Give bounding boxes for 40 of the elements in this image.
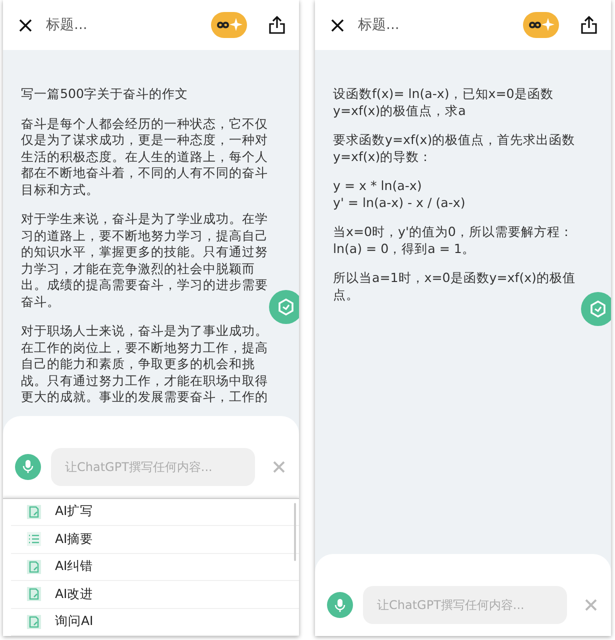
paragraph: 对于职场人士来说，奋斗是为了事业成功。在工作的岗位上，要不断地努力工作，提高自己的能力和素质，争取更多的机会和挑战。只有通过努力工作，才能在职场中取得更大的成就。事业的发展需要奋斗，工作的 bbox=[21, 323, 269, 406]
title-field[interactable]: 标题... bbox=[358, 16, 509, 34]
menu-item[interactable]: 询问AI bbox=[11, 608, 299, 636]
close-icon bbox=[331, 18, 344, 32]
menu-item[interactable]: AI扩写 bbox=[11, 498, 299, 526]
close-button[interactable] bbox=[19, 18, 32, 32]
hexagon-icon bbox=[589, 300, 607, 318]
share-button[interactable] bbox=[269, 16, 285, 34]
menu-item[interactable]: AI摘要 bbox=[11, 526, 299, 554]
paragraph: 当x=0时，y'的值为0，所以需要解方程：ln(a) = 0，得到a = 1。 bbox=[333, 224, 574, 257]
close-icon bbox=[585, 599, 597, 611]
microphone-icon bbox=[334, 598, 346, 612]
share-icon bbox=[581, 16, 597, 34]
paragraph: 奋斗是每个人都会经历的一种状态，它不仅仅是为了谋求成功，更是一种态度，一种对生活的积极态度。在人生的道路上，每个人都在不断地奋斗着，不同的人有不同的奋斗目标和方式。 bbox=[21, 116, 269, 198]
close-icon bbox=[273, 460, 285, 472]
microphone-icon bbox=[22, 459, 34, 474]
prompt-input[interactable]: 让ChatGPT撰写任何内容... bbox=[363, 586, 567, 624]
paragraph: 要求函数y=xf(x)的极值点，首先求出函数y=xf(x)的导数： bbox=[333, 132, 576, 165]
paragraph: 设函数f(x)= ln(a-x)，已知x=0是函数y=xf(x)的极值点，求a bbox=[333, 86, 554, 119]
premium-button[interactable] bbox=[523, 12, 559, 38]
document-icon bbox=[27, 560, 41, 574]
premium-button[interactable] bbox=[211, 12, 247, 38]
close-button[interactable] bbox=[331, 18, 344, 32]
scrollbar bbox=[294, 502, 296, 560]
title-field[interactable]: 标题... bbox=[46, 16, 197, 34]
document-icon bbox=[27, 614, 41, 629]
share-icon bbox=[269, 16, 285, 34]
document-icon bbox=[27, 504, 41, 519]
paragraph: 对于学生来说，奋斗是为了学业成功。在学习的道路上，要不断地努力学习，提高自己的知识水平，掌握更多的技能。只有通过努力学习，才能在竞争激烈的社会中脱颖而出。成绩的提高需要奋斗，学习的进步需要奋斗。 bbox=[21, 211, 269, 310]
paragraph: 所以当a=1时，x=0是函数y=xf(x)的极值点。 bbox=[333, 270, 576, 303]
paragraph: y = x * ln(a-x) y' = ln(a-x) - x / (a-x) bbox=[333, 178, 466, 211]
hexagon-icon bbox=[277, 298, 295, 316]
share-button[interactable] bbox=[581, 16, 597, 34]
menu-item[interactable]: AI改进 bbox=[11, 581, 299, 608]
prompt-input[interactable]: 让ChatGPT撰写任何内容... bbox=[51, 448, 255, 486]
paragraph: 写一篇500字关于奋斗的作文 bbox=[21, 86, 190, 102]
list-icon bbox=[27, 532, 41, 546]
document-icon bbox=[27, 587, 41, 602]
menu-item[interactable]: AI纠错 bbox=[11, 554, 299, 581]
close-icon bbox=[19, 18, 32, 32]
